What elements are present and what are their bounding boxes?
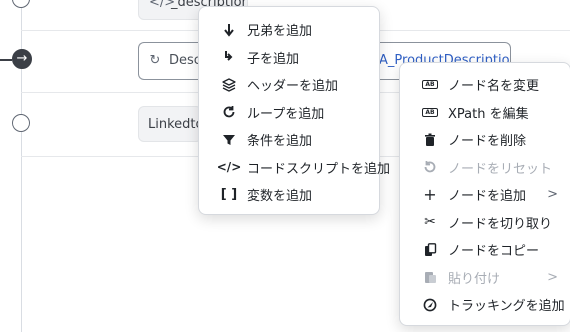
menu-item-label: 子を追加 bbox=[247, 51, 300, 67]
menu-item-label: ヘッダーを追加 bbox=[247, 79, 339, 95]
menu-item-add-header[interactable]: ヘッダーを追加 bbox=[199, 71, 379, 99]
code-icon: </> bbox=[149, 0, 176, 10]
scissors-icon: ✂ bbox=[424, 214, 436, 231]
brackets-icon: [ ] bbox=[220, 187, 238, 203]
menu-item-cut-node[interactable]: ✂ ノードを切り取り bbox=[400, 209, 570, 237]
menu-item-add-tracking[interactable]: トラッキングを追加 bbox=[400, 291, 570, 319]
chevron-right-icon: > bbox=[547, 187, 558, 203]
node-chip-label: Linkedto bbox=[148, 117, 202, 132]
tracking-icon bbox=[420, 298, 440, 312]
menu-item-add-node[interactable]: + ノードを追加 > bbox=[400, 181, 570, 209]
rename-icon: AB bbox=[420, 107, 440, 117]
filter-icon bbox=[219, 133, 239, 147]
rename-icon: AB bbox=[420, 80, 440, 90]
tree-node-circle[interactable] bbox=[12, 114, 30, 132]
menu-item-label: ノード名を変更 bbox=[448, 79, 540, 95]
menu-item-add-condition[interactable]: 条件を追加 bbox=[199, 126, 379, 154]
arrow-right-icon[interactable]: → bbox=[12, 49, 32, 69]
node-context-menu: AB ノード名を変更 AB XPath を編集 ノードを削除 ノードをリセット … bbox=[399, 62, 570, 326]
connector-line bbox=[0, 59, 12, 61]
add-context-menu: 兄弟を追加 子を追加 ヘッダーを追加 ループを追加 条件を追加 </> コードス… bbox=[198, 6, 390, 215]
child-arrow-icon bbox=[219, 50, 239, 64]
menu-item-label: 条件を追加 bbox=[247, 134, 313, 150]
menu-item-label: コードスクリプトを追加 bbox=[247, 161, 391, 177]
copy-icon bbox=[420, 242, 440, 257]
menu-item-add-sibling[interactable]: 兄弟を追加 bbox=[199, 16, 379, 44]
chevron-right-icon: > bbox=[547, 269, 558, 285]
menu-item-label: ノードをリセット bbox=[448, 161, 553, 177]
loop-icon: ↻ bbox=[149, 53, 161, 68]
layers-icon bbox=[219, 78, 239, 92]
menu-item-rename-node[interactable]: AB ノード名を変更 bbox=[400, 71, 570, 99]
menu-item-delete-node[interactable]: ノードを削除 bbox=[400, 126, 570, 154]
menu-item-add-loop[interactable]: ループを追加 bbox=[199, 99, 379, 127]
loop-icon bbox=[219, 105, 239, 119]
menu-item-label: ノードを追加 bbox=[448, 189, 527, 205]
menu-item-label: 変数を追加 bbox=[247, 189, 313, 205]
menu-item-label: ノードを削除 bbox=[448, 134, 527, 150]
tree-node-circle[interactable] bbox=[12, 0, 30, 8]
paste-icon bbox=[420, 270, 440, 284]
menu-item-label: XPath を編集 bbox=[448, 106, 529, 122]
node-chip-label: Desc bbox=[169, 53, 201, 68]
menu-item-add-code-script[interactable]: </> コードスクリプトを追加 bbox=[199, 154, 390, 182]
node-chip-description[interactable]: ↻ Desc bbox=[138, 42, 206, 80]
menu-item-label: 貼り付け bbox=[448, 271, 501, 287]
menu-item-add-child[interactable]: 子を追加 bbox=[199, 44, 379, 72]
node-chip-linkedto[interactable]: Linkedto bbox=[138, 106, 202, 142]
plus-icon: + bbox=[423, 185, 437, 205]
menu-item-label: トラッキングを追加 bbox=[448, 299, 565, 315]
reset-icon bbox=[420, 160, 440, 174]
menu-item-paste[interactable]: 貼り付け > bbox=[400, 264, 570, 292]
menu-item-reset-node[interactable]: ノードをリセット bbox=[400, 154, 570, 182]
menu-item-label: 兄弟を追加 bbox=[247, 24, 313, 40]
menu-item-add-variable[interactable]: [ ] 変数を追加 bbox=[199, 181, 379, 209]
menu-item-label: ループを追加 bbox=[247, 106, 325, 122]
menu-item-label: ノードを切り取り bbox=[448, 216, 553, 232]
menu-item-edit-xpath[interactable]: AB XPath を編集 bbox=[400, 99, 570, 127]
menu-item-label: ノードをコピー bbox=[448, 244, 540, 260]
trash-icon bbox=[420, 133, 440, 147]
arrow-down-icon bbox=[219, 23, 239, 37]
code-icon: </> bbox=[216, 160, 242, 175]
menu-item-copy-node[interactable]: ノードをコピー bbox=[400, 236, 570, 264]
